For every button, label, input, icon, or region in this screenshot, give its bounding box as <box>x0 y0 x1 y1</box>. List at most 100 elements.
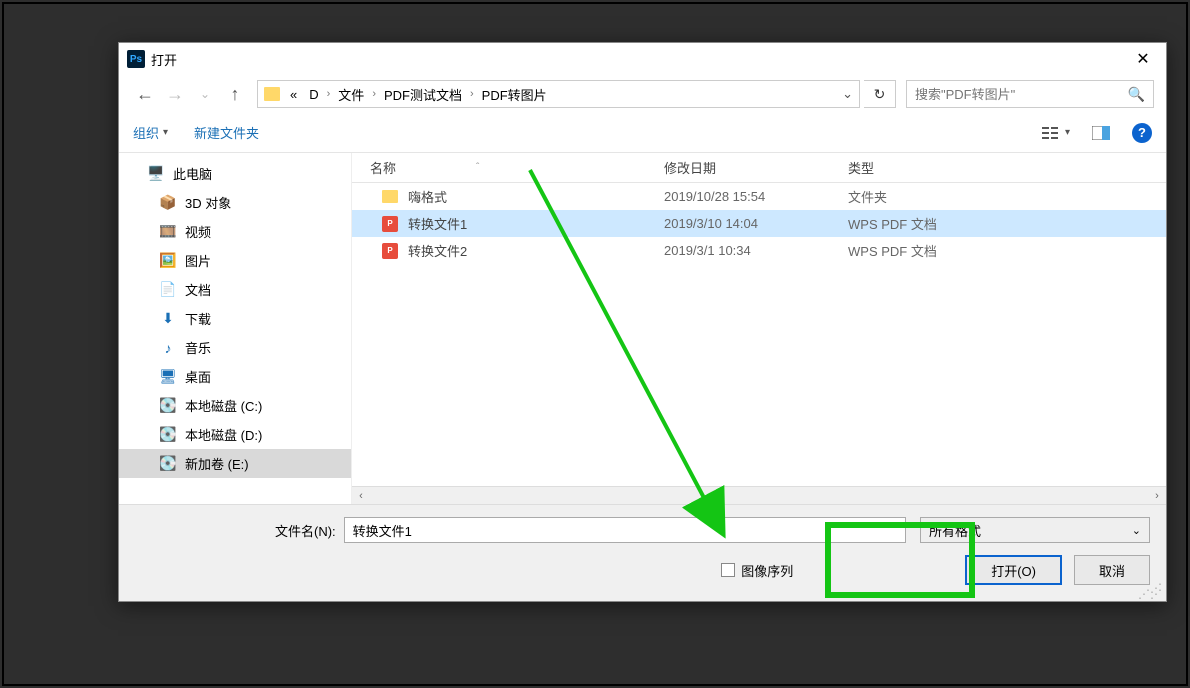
desktop-icon: 🖥 <box>159 369 177 385</box>
sidebar-label: 新加卷 (E:) <box>185 454 249 473</box>
file-date: 2019/10/28 15:54 <box>664 189 848 204</box>
sort-indicator: ˆ <box>476 162 479 173</box>
sidebar: 🖥️ 此电脑 📦3D 对象 🎞️视频 🖼️图片 📄文档 ⬇下载 ♪音乐 🖥桌面 … <box>119 153 351 504</box>
horizontal-scrollbar[interactable]: ‹ › <box>352 486 1166 504</box>
sidebar-label: 本地磁盘 (C:) <box>185 396 262 415</box>
up-button[interactable]: ↑ <box>221 80 249 108</box>
folder-icon <box>264 87 280 101</box>
organize-menu[interactable]: 组织 ▾ <box>133 123 168 142</box>
crumb-d[interactable]: D <box>305 87 322 102</box>
crumb-pre[interactable]: « <box>286 87 301 102</box>
file-name: 嗨格式 <box>408 187 447 206</box>
close-button[interactable]: ✕ <box>1120 43 1166 75</box>
sidebar-item-desktop[interactable]: 🖥 桌面 <box>119 362 351 391</box>
resize-grip[interactable]: ⋰⋰⋰ <box>1138 585 1162 597</box>
pdf-icon: P <box>382 243 398 259</box>
folder-icon <box>382 189 398 205</box>
picture-icon: 🖼️ <box>159 253 177 269</box>
search-box[interactable]: 🔍 <box>906 80 1154 108</box>
file-name: 转换文件2 <box>408 241 467 260</box>
column-headers: 名称ˆ 修改日期 类型 <box>352 153 1166 183</box>
back-button[interactable]: ← <box>131 80 159 108</box>
sidebar-label: 文档 <box>185 280 211 299</box>
panes: 🖥️ 此电脑 📦3D 对象 🎞️视频 🖼️图片 📄文档 ⬇下载 ♪音乐 🖥桌面 … <box>119 153 1166 504</box>
pc-icon: 🖥️ <box>147 166 165 182</box>
col-type[interactable]: 类型 <box>848 158 1166 177</box>
col-date[interactable]: 修改日期 <box>664 158 848 177</box>
annotation-box <box>825 522 975 598</box>
col-name[interactable]: 名称ˆ <box>352 158 664 177</box>
open-button[interactable]: 打开(O) <box>965 555 1062 585</box>
file-type: WPS PDF 文档 <box>848 214 1166 233</box>
file-row[interactable]: P 转换文件2 2019/3/1 10:34 WPS PDF 文档 <box>352 237 1166 264</box>
cancel-button[interactable]: 取消 <box>1074 555 1150 585</box>
sidebar-label: 本地磁盘 (D:) <box>185 425 262 444</box>
chevron-right-icon: › <box>372 88 376 100</box>
sidebar-item-drive-e[interactable]: 💽新加卷 (E:) <box>119 449 351 478</box>
sidebar-label: 音乐 <box>185 338 211 357</box>
sidebar-item-music[interactable]: ♪ 音乐 <box>119 333 351 362</box>
chevron-down-icon: ▾ <box>163 127 168 138</box>
search-icon[interactable]: 🔍 <box>1128 86 1145 103</box>
pdf-icon: P <box>382 216 398 232</box>
cube-icon: 📦 <box>159 195 177 211</box>
filename-input[interactable] <box>344 517 906 543</box>
sidebar-item-drive-d[interactable]: 💽本地磁盘 (D:) <box>119 420 351 449</box>
sidebar-label: 此电脑 <box>173 164 212 183</box>
sidebar-this-pc[interactable]: 🖥️ 此电脑 <box>119 159 351 188</box>
chevron-right-icon: › <box>470 88 474 100</box>
sidebar-item-pictures[interactable]: 🖼️ 图片 <box>119 246 351 275</box>
recent-dropdown[interactable]: ⌄ <box>191 80 219 108</box>
sidebar-label: 3D 对象 <box>185 193 231 212</box>
forward-button[interactable]: → <box>161 80 189 108</box>
image-sequence-checkbox[interactable]: 图像序列 <box>721 561 793 580</box>
crumb-pdfimg[interactable]: PDF转图片 <box>478 85 551 104</box>
download-icon: ⬇ <box>159 311 177 327</box>
titlebar: Ps 打开 ✕ <box>119 43 1166 75</box>
preview-pane-button[interactable] <box>1092 126 1110 140</box>
toolbar: 组织 ▾ 新建文件夹 ▾ ? <box>119 113 1166 153</box>
crumb-wj[interactable]: 文件 <box>334 85 368 104</box>
sidebar-item-3d[interactable]: 📦 3D 对象 <box>119 188 351 217</box>
checkbox-label: 图像序列 <box>741 561 793 580</box>
sidebar-label: 图片 <box>185 251 211 270</box>
refresh-button[interactable]: ↻ <box>864 80 896 108</box>
footer: 文件名(N): 所有格式 ⌄ 图像序列 打开(O) 取消 <box>119 504 1166 601</box>
sidebar-item-downloads[interactable]: ⬇ 下载 <box>119 304 351 333</box>
crumb-pdftest[interactable]: PDF测试文档 <box>380 85 466 104</box>
breadcrumb-dropdown[interactable]: ⌄ <box>842 86 859 102</box>
music-icon: ♪ <box>159 340 177 356</box>
file-date: 2019/3/10 14:04 <box>664 216 848 231</box>
chevron-down-icon: ⌄ <box>1132 524 1141 537</box>
address-row: ← → ⌄ ↑ « D › 文件 › PDF测试文档 › PDF转图片 ⌄ ↻ … <box>119 75 1166 113</box>
file-date: 2019/3/1 10:34 <box>664 243 848 258</box>
sidebar-label: 桌面 <box>185 367 211 386</box>
chevron-right-icon: › <box>327 88 331 100</box>
button-row: 图像序列 打开(O) 取消 <box>135 555 1150 585</box>
help-button[interactable]: ? <box>1132 123 1152 143</box>
scroll-left-icon[interactable]: ‹ <box>352 490 370 502</box>
app-icon: Ps <box>127 50 145 68</box>
chevron-down-icon: ▾ <box>1065 127 1070 138</box>
scroll-right-icon[interactable]: › <box>1148 490 1166 502</box>
breadcrumb[interactable]: « D › 文件 › PDF测试文档 › PDF转图片 ⌄ <box>257 80 860 108</box>
sidebar-item-drive-c[interactable]: 💽 本地磁盘 (C:) <box>119 391 351 420</box>
search-input[interactable] <box>915 87 1128 102</box>
new-folder-button[interactable]: 新建文件夹 <box>194 123 259 142</box>
checkbox-box[interactable] <box>721 563 735 577</box>
view-mode-button[interactable]: ▾ <box>1042 126 1070 140</box>
file-type: WPS PDF 文档 <box>848 241 1166 260</box>
sidebar-item-video[interactable]: 🎞️ 视频 <box>119 217 351 246</box>
sidebar-label: 视频 <box>185 222 211 241</box>
open-dialog: Ps 打开 ✕ ← → ⌄ ↑ « D › 文件 › PDF测试文档 › PDF… <box>118 42 1167 602</box>
file-row[interactable]: 嗨格式 2019/10/28 15:54 文件夹 <box>352 183 1166 210</box>
file-name: 转换文件1 <box>408 214 467 233</box>
filename-label: 文件名(N): <box>275 521 336 540</box>
sidebar-label: 下载 <box>185 309 211 328</box>
file-view: 名称ˆ 修改日期 类型 嗨格式 2019/10/28 15:54 文件夹 P 转换… <box>351 153 1166 504</box>
file-row[interactable]: P 转换文件1 2019/3/10 14:04 WPS PDF 文档 <box>352 210 1166 237</box>
sidebar-item-documents[interactable]: 📄文档 <box>119 275 351 304</box>
drive-icon: 💽 <box>159 398 177 414</box>
rows: 嗨格式 2019/10/28 15:54 文件夹 P 转换文件1 2019/3/1… <box>352 183 1166 486</box>
video-icon: 🎞️ <box>159 224 177 240</box>
